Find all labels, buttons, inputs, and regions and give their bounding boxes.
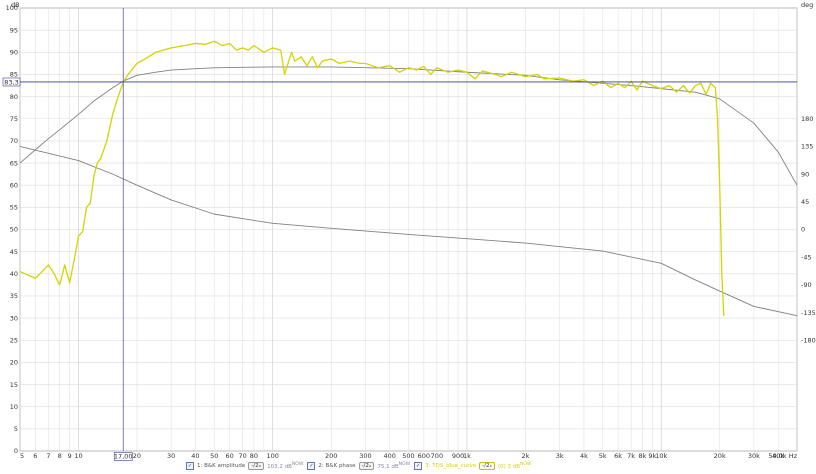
legend-label: 3: TDS_blue_curve <box>425 463 477 469</box>
y-axis-label-left: dB <box>11 1 20 9</box>
y-tick-label: 45 <box>10 248 18 256</box>
x-tick-label: 5 <box>20 452 24 460</box>
x-tick-label: 70 <box>238 452 246 460</box>
scale-button[interactable]: -/2ₓ <box>479 462 495 470</box>
scale-button[interactable]: -/2ₓ <box>358 462 375 470</box>
series-checkbox[interactable]: ✓ <box>307 462 316 470</box>
y-tick-label: 50 <box>10 226 18 234</box>
y-tick-label: 20 <box>10 359 18 367</box>
y-tick-label: 70 <box>10 137 18 145</box>
x-tick-label: 10k <box>655 452 667 460</box>
series-checkbox[interactable]: ✓ <box>414 462 423 470</box>
x-tick-label: 4k <box>580 452 588 460</box>
y-tick-label: 35 <box>10 292 18 300</box>
x-tick-label: 600 <box>418 452 430 460</box>
x-tick-label: 8k <box>638 452 646 460</box>
x-tick-label: 60 <box>225 452 233 460</box>
y-tick-label: 60 <box>10 181 18 189</box>
x-tick-label: 200 <box>325 452 337 460</box>
legend-item-bk-amplitude[interactable]: ✓ 1: B&K amplitude -/2ₓ 103,2 dBNOW <box>186 462 303 470</box>
y-right-tick-label: -90 <box>801 281 812 289</box>
x-tick-label: 40 <box>191 452 199 460</box>
x-tick-label: 400 <box>383 452 395 460</box>
legend-label: 1: B&K amplitude <box>197 463 246 469</box>
y-tick-label: 0 <box>14 447 18 455</box>
frequency-response-chart[interactable]: 0510152025303540455055606570758085909510… <box>0 0 816 474</box>
x-tick-label: 3k <box>556 452 564 460</box>
y-right-tick-label: -45 <box>801 253 812 261</box>
x-tick-label: 100 <box>267 452 279 460</box>
y-tick-label: 90 <box>10 49 18 57</box>
y-right-tick-label: -135 <box>801 309 816 317</box>
x-tick-label: 20k <box>714 452 726 460</box>
x-tick-label: 30 <box>167 452 175 460</box>
x-tick-label: 50 <box>210 452 218 460</box>
legend-item-tds-curve[interactable]: ✓ 3: TDS_blue_curve -/2ₓ (0) 3 dBNOW <box>414 462 532 470</box>
x-tick-label: 2k <box>521 452 529 460</box>
legend-value: (0) 3 dBNOW <box>497 462 532 470</box>
x-tick-label: 6k <box>614 452 622 460</box>
y-tick-label: 5 <box>14 425 18 433</box>
y-tick-label: 55 <box>10 204 18 212</box>
x-tick-label: 700 <box>431 452 443 460</box>
y-tick-label: 95 <box>10 26 18 34</box>
x-tick-label: 7k <box>627 452 635 460</box>
y-tick-label: 25 <box>10 336 18 344</box>
x-tick-label: 7 <box>46 452 50 460</box>
scale-button[interactable]: -/2ₓ <box>248 462 265 470</box>
y-right-tick-label: 135 <box>801 143 813 151</box>
y-tick-label: 15 <box>10 381 18 389</box>
cursor-y-readout: 83,3 <box>4 78 18 86</box>
y-tick-label: 10 <box>10 403 18 411</box>
y-tick-label: 30 <box>10 314 18 322</box>
y-tick-label: 80 <box>10 93 18 101</box>
y-right-tick-label: 0 <box>801 226 805 234</box>
x-tick-label: 300 <box>359 452 371 460</box>
y-tick-label: 65 <box>10 159 18 167</box>
x-tick-label: 1k <box>463 452 471 460</box>
y-right-tick-label: -180 <box>801 336 816 344</box>
y-right-tick-label: 90 <box>801 170 809 178</box>
y-right-tick-label: 45 <box>801 198 809 206</box>
y-axis-label-right: deg <box>801 1 813 9</box>
x-tick-label: 80 <box>250 452 258 460</box>
grid-lines <box>19 7 798 452</box>
cursor-x-readout: 17,00 <box>114 453 133 461</box>
x-tick-label: 9 <box>68 452 72 460</box>
y-tick-label: 75 <box>10 115 18 123</box>
legend-value: 103,2 dBNOW <box>267 462 304 470</box>
x-tick-label: 50,0k Hz <box>768 452 797 460</box>
x-tick-label: 10 <box>74 452 82 460</box>
legend-bar: ✓ 1: B&K amplitude -/2ₓ 103,2 dBNOW ✓ 2:… <box>186 460 626 472</box>
x-tick-label: 30k <box>748 452 760 460</box>
y-right-tick-label: 180 <box>801 115 813 123</box>
x-tick-label: 8 <box>58 452 62 460</box>
series-checkbox[interactable]: ✓ <box>186 462 194 470</box>
legend-item-bk-phase[interactable]: ✓ 2: B&K phase -/2ₓ 75,1 dBNOW <box>307 462 410 470</box>
x-tick-label: 6 <box>33 452 37 460</box>
legend-value: 75,1 dBNOW <box>377 462 411 470</box>
y-tick-label: 40 <box>10 270 18 278</box>
x-tick-label: 500 <box>402 452 414 460</box>
x-tick-label: 20 <box>133 452 141 460</box>
x-tick-label: 5k <box>599 452 607 460</box>
legend-label: 2: B&K phase <box>318 463 356 469</box>
